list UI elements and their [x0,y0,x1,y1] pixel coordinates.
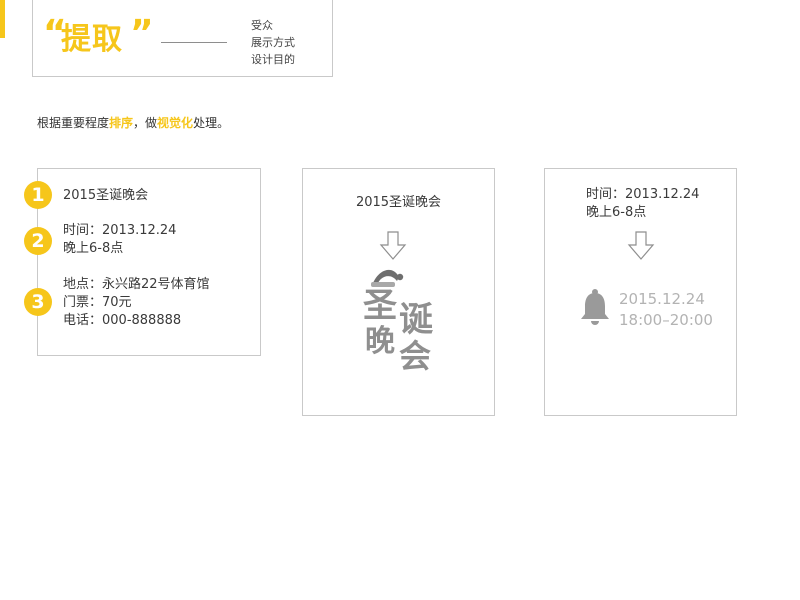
card1-ticket: 门票：70元 [63,295,132,310]
logo-char-4: 会 [399,337,431,375]
number-badge-1: 1 [24,181,52,209]
logo-char-1: 圣 [363,286,397,326]
card3-time: 时间：2013.12.24 [586,187,700,202]
card1-phone: 电话：000-888888 [63,313,182,328]
bell-icon [581,289,609,325]
intro-highlight-sort: 排序 [109,116,134,130]
card1-event: 2015圣诞晚会 [63,188,149,203]
header-item-display: 展示方式 [251,36,295,49]
card1-time-range: 晚上6-8点 [63,241,124,256]
header-item-audience: 受众 [251,19,273,32]
card-logo-visual: 2015圣诞晚会 圣 诞 晚 会 [302,168,495,416]
title-divider [161,42,227,43]
header-box: “ 提取 ” 受众 展示方式 设计目的 [32,0,333,77]
card3-time-range: 晚上6-8点 [586,205,647,220]
card2-event: 2015圣诞晚会 [355,195,442,210]
header-list: 受众 展示方式 设计目的 [251,17,295,68]
card-text-list: 2015圣诞晚会 时间：2013.12.24 晚上6-8点 地点：永兴路22号体… [37,168,261,356]
intro-text: 根据重要程度排序，做视觉化处理。 [37,114,229,131]
down-arrow-icon [379,231,407,260]
logo-char-3: 晚 [365,324,395,359]
accent-bar [0,0,5,38]
card-icon-visual: 时间：2013.12.24 晚上6-8点 2015.12.24 18:00–20… [544,168,737,416]
christmas-logo-icon: 圣 诞 晚 会 [363,269,433,375]
intro-after: 处理。 [193,116,230,130]
card1-time: 时间：2013.12.24 [63,223,177,238]
title-close-quote: ” [130,13,154,54]
header-item-purpose: 设计目的 [251,53,295,66]
intro-middle: ，做 [133,116,158,130]
down-arrow-icon [627,231,655,260]
card3-date-block: 2015.12.24 18:00–20:00 [619,289,713,331]
number-badge-2: 2 [24,227,52,255]
card3-hours: 18:00–20:00 [619,311,713,329]
card3-time-block: 时间：2013.12.24 晚上6-8点 [586,186,699,222]
intro-before: 根据重要程度 [37,116,110,130]
page-title: 提取 [61,22,123,57]
card1-location: 地点：永兴路22号体育馆 [63,277,210,292]
card3-date: 2015.12.24 [619,290,705,308]
number-badge-3: 3 [24,288,52,316]
logo-char-2: 诞 [399,300,433,340]
intro-highlight-visual: 视觉化 [157,116,194,130]
